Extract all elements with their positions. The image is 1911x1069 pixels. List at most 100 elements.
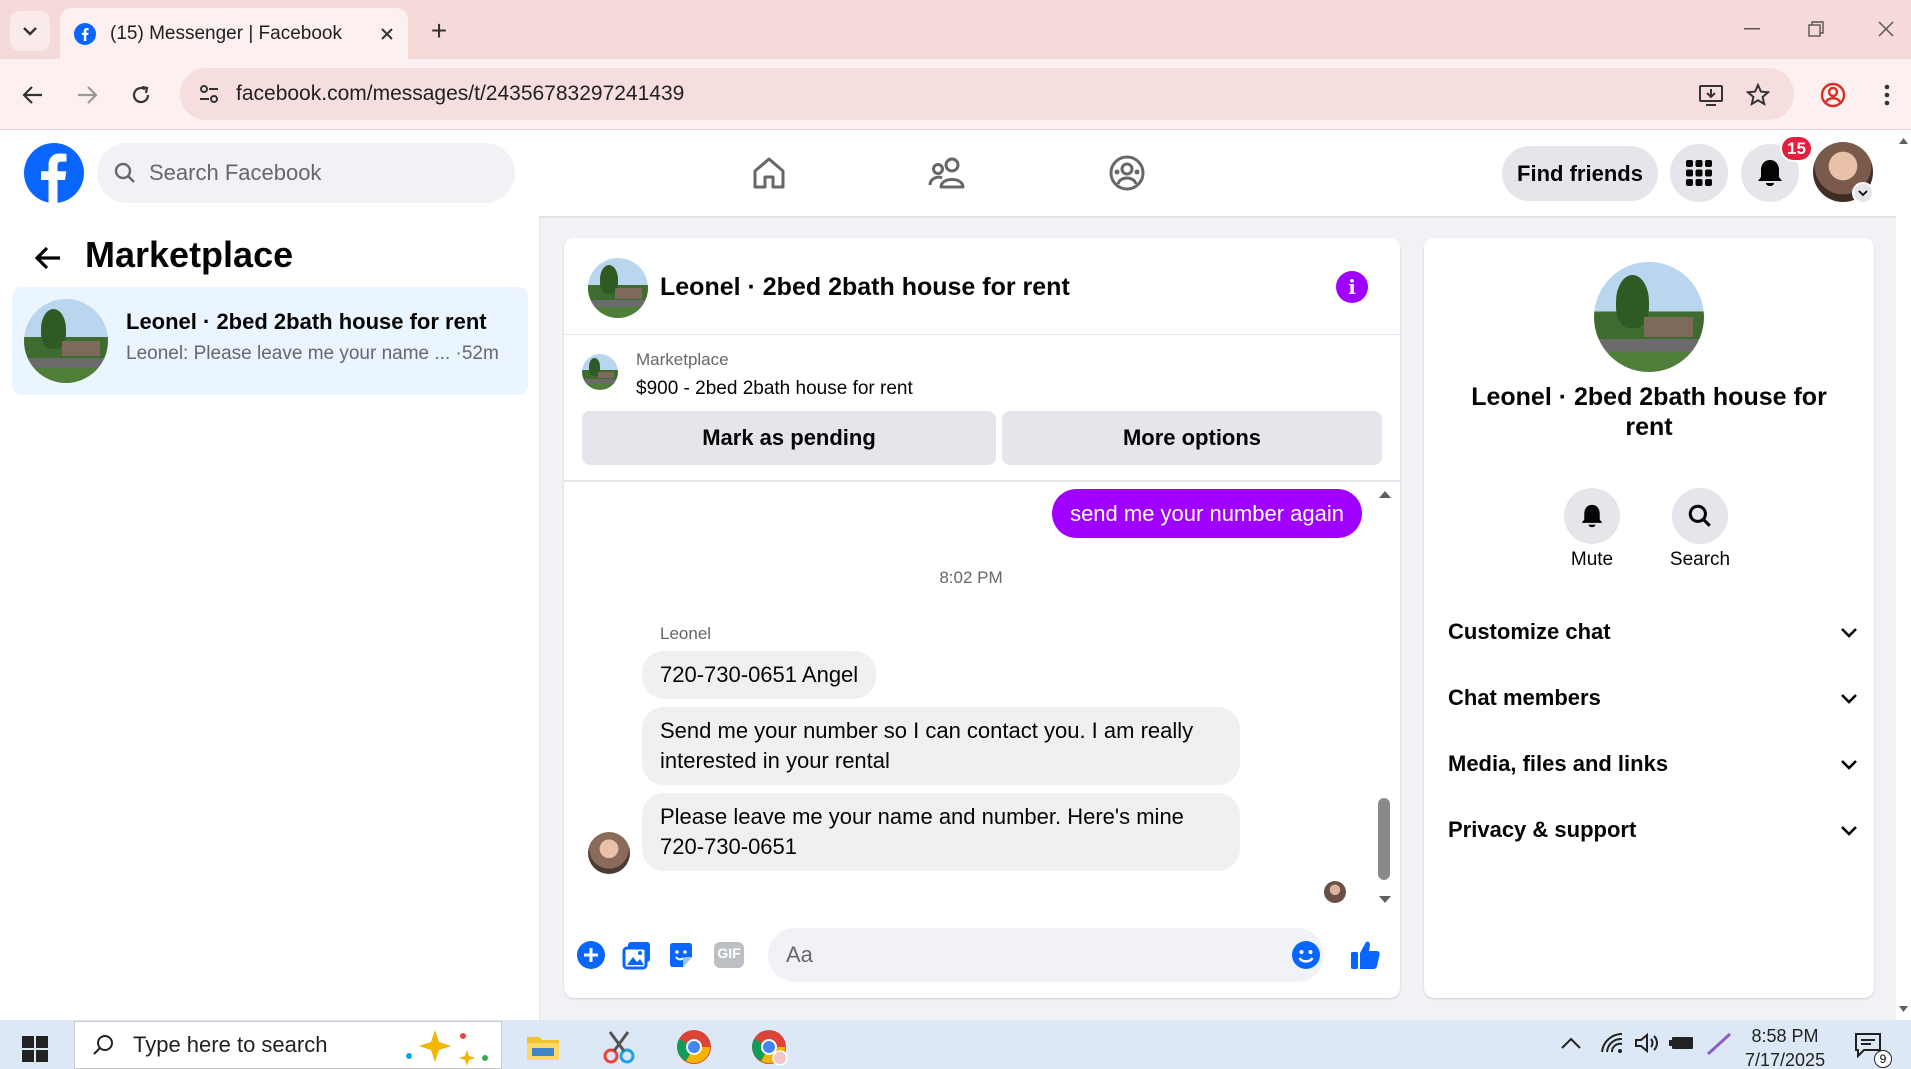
emoji-button[interactable] — [1289, 938, 1323, 972]
friends-nav[interactable] — [924, 150, 970, 196]
chevron-down-icon — [1841, 825, 1857, 836]
search-icon — [1688, 504, 1711, 527]
thumbs-up-icon — [1351, 941, 1380, 969]
chat-title[interactable]: Leonel · 2bed 2bath house for rent — [660, 273, 1070, 302]
pen-menu-button[interactable] — [1706, 1032, 1732, 1056]
mute-label: Mute — [1570, 549, 1614, 570]
bell-icon — [1581, 504, 1603, 528]
info-name: Leonel · 2bed 2bath house for rent — [1471, 383, 1827, 441]
conversation-info-button[interactable]: i — [1336, 271, 1368, 303]
install-app-button[interactable] — [1693, 77, 1729, 113]
listing-thumbnail[interactable] — [582, 354, 618, 390]
browser-tab-messenger[interactable]: (15) Messenger | Facebook — [60, 8, 408, 59]
more-options-button[interactable]: More options — [1002, 411, 1382, 465]
back-button[interactable] — [15, 77, 51, 113]
pen-icon — [1706, 1032, 1732, 1056]
bookmark-button[interactable] — [1740, 77, 1776, 113]
groups-nav[interactable] — [1104, 150, 1150, 196]
gif-button[interactable]: GIF — [712, 938, 746, 972]
received-message[interactable]: Please leave me your name and number. He… — [642, 793, 1240, 871]
reload-icon — [132, 85, 150, 104]
profile-icon — [1820, 82, 1846, 108]
restore-button[interactable] — [1796, 12, 1836, 46]
new-tab-button[interactable]: + — [422, 14, 456, 48]
account-menu-chevron[interactable] — [1852, 182, 1874, 204]
like-button[interactable] — [1348, 938, 1382, 972]
taskbar-search-box[interactable]: Type here to search — [74, 1021, 502, 1069]
close-icon[interactable] — [380, 27, 394, 41]
gif-label: GIF — [717, 945, 741, 961]
minimize-button[interactable] — [1732, 12, 1772, 46]
chrome-app[interactable] — [675, 1028, 713, 1066]
search-in-conversation-button[interactable] — [1672, 488, 1728, 544]
page-scrollbar[interactable] — [1896, 130, 1911, 1020]
mark-as-pending-button[interactable]: Mark as pending — [582, 411, 996, 465]
chat-members-row[interactable]: Chat members — [1448, 678, 1858, 718]
omnibox[interactable]: facebook.com/messages/t/2435678329724143… — [180, 68, 1794, 120]
copilot-sparkle-icon — [406, 1030, 488, 1066]
plus-circle-icon — [577, 941, 605, 969]
info-avatar[interactable] — [1594, 262, 1704, 372]
close-window-button[interactable] — [1866, 12, 1906, 46]
facebook-search-box[interactable]: Search Facebook — [97, 143, 515, 203]
media-files-links-label: Media, files and links — [1448, 751, 1669, 776]
scissors-icon — [603, 1031, 635, 1064]
conversation-item[interactable] — [12, 287, 528, 395]
message-input[interactable]: Aa — [768, 928, 1324, 982]
received-message[interactable]: 720-730-0651 Angel — [642, 651, 877, 699]
friends-icon — [928, 157, 965, 189]
reload-button[interactable] — [123, 77, 159, 113]
sender-avatar[interactable] — [588, 832, 630, 874]
sticker-button[interactable] — [664, 938, 698, 972]
folder-icon — [527, 1037, 559, 1060]
forward-button[interactable] — [69, 77, 105, 113]
url-text[interactable]: facebook.com/messages/t/2435678329724143… — [236, 82, 684, 106]
wifi-status[interactable] — [1600, 1032, 1624, 1054]
more-actions-button[interactable] — [574, 938, 608, 972]
listing-divider — [564, 480, 1400, 482]
privacy-support-row[interactable]: Privacy & support — [1448, 810, 1858, 850]
star-icon — [1746, 83, 1770, 107]
tab-title: (15) Messenger | Facebook — [110, 22, 342, 44]
show-hidden-icons-button[interactable] — [1560, 1036, 1582, 1050]
volume-control[interactable] — [1634, 1032, 1660, 1054]
sent-message[interactable]: send me your number again — [1052, 489, 1362, 538]
received-message[interactable]: Send me your number so I can contact you… — [642, 707, 1240, 785]
arrow-right-icon — [78, 86, 98, 104]
menu-button[interactable] — [1670, 144, 1728, 202]
find-friends-button[interactable]: Find friends — [1502, 146, 1658, 201]
file-explorer-app[interactable] — [524, 1028, 562, 1066]
home-nav[interactable] — [746, 150, 792, 196]
notification-badge: 15 — [1780, 135, 1813, 162]
profile-button[interactable] — [1815, 77, 1851, 113]
start-button[interactable] — [22, 1036, 48, 1062]
taskbar-search-placeholder: Type here to search — [133, 1032, 328, 1057]
site-settings-icon[interactable] — [198, 83, 220, 105]
notification-center-button[interactable]: 9 — [1854, 1032, 1894, 1068]
back-to-chats-button[interactable] — [30, 240, 66, 276]
taskbar-clock[interactable]: 8:58 PM 7/17/2025 — [1745, 1024, 1825, 1069]
conversation-name: Leonel · 2bed 2bath house for rent — [126, 309, 487, 334]
mute-button[interactable] — [1564, 488, 1620, 544]
close-icon — [1878, 21, 1894, 37]
listing-price-title[interactable]: $900 - 2bed 2bath house for rent — [636, 378, 913, 400]
facebook-favicon-icon — [74, 22, 96, 45]
facebook-logo[interactable] — [24, 143, 84, 203]
chat-scroll-arrows-icon[interactable] — [1378, 488, 1392, 908]
chrome-profile-app[interactable] — [750, 1028, 788, 1066]
customize-chat-row[interactable]: Customize chat — [1448, 612, 1858, 652]
battery-status[interactable] — [1668, 1034, 1696, 1052]
speaker-icon — [1635, 1032, 1658, 1054]
media-files-links-row[interactable]: Media, files and links — [1448, 744, 1858, 784]
chevron-up-icon — [1561, 1037, 1581, 1049]
search-label: Search — [1669, 549, 1731, 570]
seen-receipt-avatar — [1324, 881, 1346, 903]
attach-photo-button[interactable] — [620, 938, 654, 972]
listing-avatar — [24, 299, 108, 383]
browser-menu-button[interactable] — [1869, 77, 1905, 113]
info-icon: i — [1348, 275, 1356, 299]
tab-list-button[interactable] — [10, 11, 50, 51]
sticker-icon — [670, 943, 692, 967]
chat-avatar[interactable] — [588, 258, 648, 318]
snipping-tool-app[interactable] — [600, 1028, 638, 1066]
